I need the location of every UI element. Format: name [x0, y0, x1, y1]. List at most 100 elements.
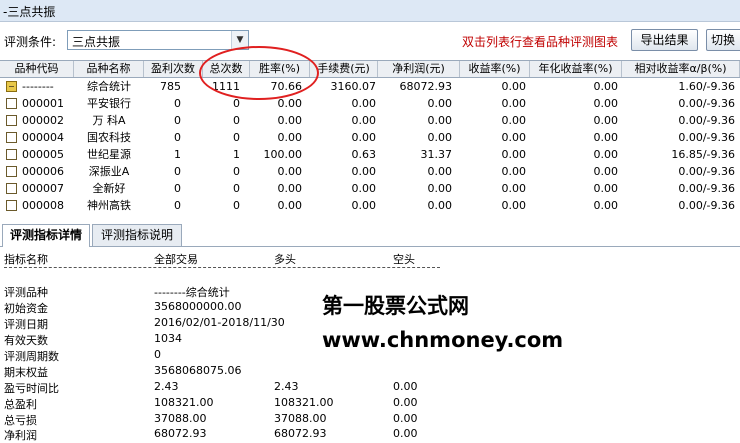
detail-all-value: 68072.93: [154, 427, 207, 440]
header-return[interactable]: 收益率(%): [460, 61, 530, 77]
cell-code: 000004: [22, 131, 64, 144]
detail-metric-name: 评测品种: [4, 286, 48, 299]
detail-metric-name: 有效天数: [4, 334, 48, 347]
cell-code: 000005: [22, 148, 64, 161]
cell-return: 0.00: [501, 80, 527, 93]
detail-long-value: 68072.93: [274, 427, 327, 440]
cell-name: 国农科技: [87, 131, 131, 144]
cell-annual-return: 0.00: [593, 199, 619, 212]
results-grid[interactable]: 品种代码 品种名称 盈利次数 总次数 胜率(%) 手续费(元) 净利润(元) 收…: [0, 60, 740, 213]
cell-net-profit: 68072.93: [399, 80, 453, 93]
tab-metric-explanation[interactable]: 评测指标说明: [92, 224, 182, 246]
cell-win-count: 1: [174, 148, 181, 161]
cell-win-count: 0: [174, 131, 181, 144]
cell-total-count: 0: [233, 165, 240, 178]
cell-win-count: 0: [174, 182, 181, 195]
cell-net-profit: 0.00: [427, 114, 453, 127]
table-row[interactable]: 000006 深振业A 0 0 0.00 0.00 0.00 0.00 0.00…: [0, 163, 740, 180]
cell-code: 000007: [22, 182, 64, 195]
toolbar: 评测条件: 三点共振 ▼ 双击列表行查看品种评测图表 导出结果 切换: [0, 22, 740, 56]
cell-fee: 0.00: [351, 131, 377, 144]
cell-net-profit: 0.00: [427, 199, 453, 212]
cell-return: 0.00: [501, 131, 527, 144]
cell-code: 000001: [22, 97, 64, 110]
tab-metric-details[interactable]: 评测指标详情: [2, 224, 90, 247]
cell-net-profit: 0.00: [427, 165, 453, 178]
detail-metric-name: 总亏损: [4, 414, 37, 427]
cell-total-count: 0: [233, 182, 240, 195]
table-row[interactable]: 000007 全新好 0 0 0.00 0.00 0.00 0.00 0.00 …: [0, 180, 740, 197]
detail-col-header: 多头: [274, 253, 296, 266]
cell-relative-return: 0.00/-9.36: [678, 199, 735, 212]
cell-win-rate: 0.00: [277, 199, 303, 212]
cell-annual-return: 0.00: [593, 148, 619, 161]
header-code[interactable]: 品种代码: [0, 61, 74, 77]
document-icon: [6, 166, 17, 177]
watermark-site-name: 第一股票公式网: [322, 294, 469, 318]
cell-code: 000008: [22, 199, 64, 212]
detail-all-value: --------综合统计: [154, 286, 230, 299]
cell-return: 0.00: [501, 182, 527, 195]
header-name[interactable]: 品种名称: [74, 61, 144, 77]
cell-relative-return: 1.60/-9.36: [678, 80, 735, 93]
table-row[interactable]: 000001 平安银行 0 0 0.00 0.00 0.00 0.00 0.00…: [0, 95, 740, 112]
watermark-site-url: www.chnmoney.com: [322, 328, 564, 352]
cell-win-count: 0: [174, 114, 181, 127]
detail-short-value: 0.00: [393, 427, 418, 440]
detail-col-header: 指标名称: [4, 253, 48, 266]
cell-win-count: 0: [174, 199, 181, 212]
cell-relative-return: 0.00/-9.36: [678, 114, 735, 127]
cell-name: 深振业A: [88, 165, 130, 178]
header-win-count[interactable]: 盈利次数: [144, 61, 203, 77]
window-title: -三点共振: [3, 5, 56, 19]
cell-win-rate: 0.00: [277, 165, 303, 178]
header-net-profit[interactable]: 净利润(元): [378, 61, 460, 77]
detail-long-value: 108321.00: [274, 396, 334, 409]
table-row[interactable]: 000005 世纪星源 1 1 100.00 0.63 31.37 0.00 0…: [0, 146, 740, 163]
detail-all-value: 108321.00: [154, 396, 214, 409]
detail-short-value: 0.00: [393, 412, 418, 425]
header-fee[interactable]: 手续费(元): [310, 61, 378, 77]
table-row[interactable]: 000008 神州高铁 0 0 0.00 0.00 0.00 0.00 0.00…: [0, 197, 740, 214]
table-row[interactable]: 000002 万 科A 0 0 0.00 0.00 0.00 0.00 0.00…: [0, 112, 740, 129]
cell-fee: 3160.07: [330, 80, 377, 93]
switch-button[interactable]: 切换: [706, 29, 740, 51]
detail-col-header: 全部交易: [154, 253, 198, 266]
cell-win-rate: 0.00: [277, 182, 303, 195]
cell-win-rate: 0.00: [277, 114, 303, 127]
cell-name: 平安银行: [87, 97, 131, 110]
detail-metric-name: 盈亏时间比: [4, 382, 59, 395]
detail-all-value: 0: [154, 348, 161, 361]
cell-code: 000002: [22, 114, 64, 127]
table-row[interactable]: 000004 国农科技 0 0 0.00 0.00 0.00 0.00 0.00…: [0, 129, 740, 146]
summary-icon: [6, 81, 17, 92]
cell-total-count: 0: [233, 114, 240, 127]
cell-relative-return: 16.85/-9.36: [671, 148, 735, 161]
cell-total-count: 1: [233, 148, 240, 161]
cell-annual-return: 0.00: [593, 80, 619, 93]
condition-select[interactable]: 三点共振 ▼: [67, 30, 249, 50]
detail-all-value: 37088.00: [154, 412, 207, 425]
detail-short-value: 0.00: [393, 380, 418, 393]
cell-net-profit: 0.00: [427, 97, 453, 110]
header-relative-return[interactable]: 相对收益率α/β(%): [622, 61, 740, 77]
cell-relative-return: 0.00/-9.36: [678, 165, 735, 178]
cell-return: 0.00: [501, 114, 527, 127]
cell-annual-return: 0.00: [593, 97, 619, 110]
detail-all-value: 1034: [154, 332, 182, 345]
condition-label: 评测条件:: [4, 35, 57, 49]
table-row[interactable]: -------- 综合统计 785 1111 70.66 3160.07 680…: [0, 78, 740, 95]
header-annual-return[interactable]: 年化收益率(%): [530, 61, 622, 77]
cell-fee: 0.00: [351, 165, 377, 178]
cell-name: 万 科A: [92, 114, 126, 127]
cell-win-count: 0: [174, 97, 181, 110]
annotation-circle: [199, 46, 319, 100]
detail-long-value: 37088.00: [274, 412, 327, 425]
detail-all-value: 3568068075.06: [154, 364, 242, 377]
cell-return: 0.00: [501, 165, 527, 178]
cell-fee: 0.00: [351, 182, 377, 195]
detail-metric-name: 期末权益: [4, 366, 48, 379]
detail-metric-name: 评测日期: [4, 318, 48, 331]
export-results-button[interactable]: 导出结果: [631, 29, 698, 51]
document-icon: [6, 149, 17, 160]
